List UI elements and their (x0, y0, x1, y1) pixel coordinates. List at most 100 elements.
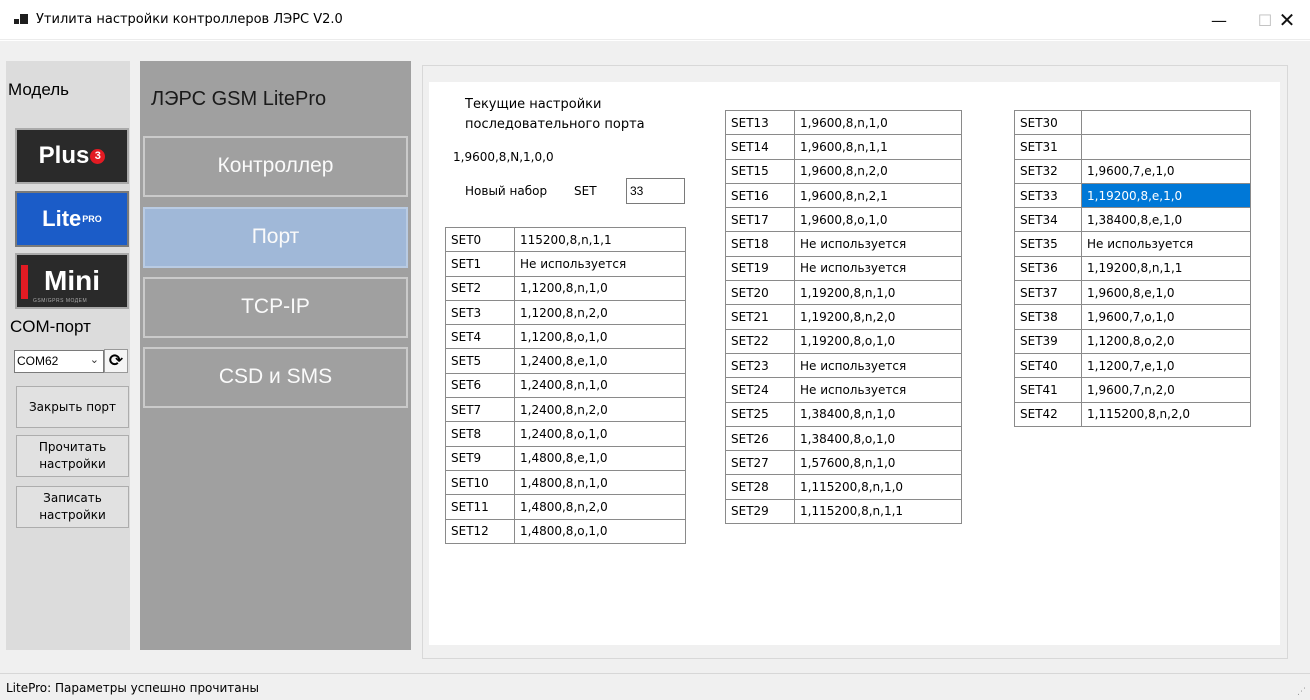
set-row[interactable]: SET41 1,9600,7,n,2,0 (1014, 377, 1251, 403)
set-row[interactable]: SET29 1,115200,8,n,1,1 (725, 498, 962, 525)
set-row[interactable]: SET32 1,9600,7,e,1,0 (1014, 158, 1251, 184)
set-row[interactable]: SET18 Не используется (725, 231, 962, 257)
set-row[interactable]: SET31 (1014, 134, 1251, 160)
set-value-cell[interactable]: 1,2400,8,e,1,0 (514, 348, 686, 374)
set-row[interactable]: SET10 1,4800,8,n,1,0 (445, 469, 686, 496)
set-row[interactable]: SET42 1,115200,8,n,2,0 (1014, 401, 1251, 427)
set-value-cell[interactable]: Не используется (794, 377, 962, 403)
set-row[interactable]: SET24 Не используется (725, 377, 962, 403)
set-value-cell[interactable]: 1,19200,8,n,1,1 (1081, 255, 1251, 282)
set-value-cell[interactable]: 1,9600,8,n,1,0 (794, 109, 962, 136)
set-value-cell[interactable]: 1,9600,7,e,1,0 (1081, 158, 1251, 184)
set-row[interactable]: SET8 1,2400,8,o,1,0 (445, 421, 686, 447)
set-value-cell[interactable]: 1,1200,8,n,1,0 (514, 275, 686, 301)
set-row[interactable]: SET3 1,1200,8,n,2,0 (445, 299, 686, 326)
set-value-cell[interactable]: 1,9600,8,o,1,0 (794, 207, 962, 233)
set-row[interactable]: SET37 1,9600,8,e,1,0 (1014, 280, 1251, 306)
minimize-button[interactable]: — (1196, 0, 1242, 40)
set-row[interactable]: SET28 1,115200,8,n,1,0 (725, 474, 962, 500)
com-port-select[interactable]: COM62 ⌄ (14, 350, 104, 373)
model-mini-button[interactable]: Mini GSM/GPRS МОДЕМ (15, 253, 129, 309)
model-plus-button[interactable]: Plus 3 (15, 128, 129, 184)
tab-controller[interactable]: Контроллер (143, 136, 408, 197)
set-row[interactable]: SET38 1,9600,7,o,1,0 (1014, 304, 1251, 330)
set-row[interactable]: SET4 1,1200,8,o,1,0 (445, 324, 686, 350)
set-row[interactable]: SET34 1,38400,8,e,1,0 (1014, 207, 1251, 233)
set-value-cell[interactable]: 1,9600,8,n,2,0 (794, 158, 962, 184)
set-value-cell[interactable]: 1,1200,8,n,2,0 (514, 299, 686, 326)
set-value-cell[interactable]: 1,2400,8,o,1,0 (514, 421, 686, 447)
set-row[interactable]: SET19 Не используется (725, 255, 962, 282)
set-value-cell[interactable]: 1,9600,8,n,1,1 (794, 134, 962, 160)
set-value-cell[interactable]: 1,4800,8,n,2,0 (514, 494, 686, 520)
set-row[interactable]: SET6 1,2400,8,n,1,0 (445, 372, 686, 399)
refresh-icon[interactable]: ⟳ (104, 349, 128, 373)
set-row[interactable]: SET13 1,9600,8,n,1,0 (725, 109, 962, 136)
set-row[interactable]: SET26 1,38400,8,o,1,0 (725, 425, 962, 452)
set-row[interactable]: SET15 1,9600,8,n,2,0 (725, 158, 962, 184)
set-value-cell[interactable] (1081, 134, 1251, 160)
set-row[interactable]: SET11 1,4800,8,n,2,0 (445, 494, 686, 520)
set-value-cell[interactable]: 1,4800,8,e,1,0 (514, 445, 686, 471)
set-value-cell[interactable]: 1,19200,8,e,1,0 (1081, 182, 1251, 209)
set-value-cell[interactable]: 1,2400,8,n,1,0 (514, 372, 686, 399)
set-value-cell[interactable]: 1,1200,8,o,1,0 (514, 324, 686, 350)
set-value-cell[interactable]: 1,19200,8,n,1,0 (794, 280, 962, 306)
set-value-cell[interactable]: 1,9600,8,e,1,0 (1081, 280, 1251, 306)
tab-port[interactable]: Порт (143, 207, 408, 268)
set-row[interactable]: SET1 Не используется (445, 251, 686, 277)
set-value-cell[interactable]: 1,9600,8,n,2,1 (794, 182, 962, 209)
set-row[interactable]: SET5 1,2400,8,e,1,0 (445, 348, 686, 374)
set-value-cell[interactable]: 1,4800,8,o,1,0 (514, 518, 686, 544)
set-row[interactable]: SET23 Не используется (725, 352, 962, 379)
set-row[interactable]: SET7 1,2400,8,n,2,0 (445, 397, 686, 423)
write-settings-button[interactable]: Записать настройки (16, 486, 129, 528)
set-value-cell[interactable]: 1,9600,7,n,2,0 (1081, 377, 1251, 403)
set-row[interactable]: SET30 (1014, 109, 1251, 136)
set-value-cell[interactable]: 1,38400,8,o,1,0 (794, 425, 962, 452)
set-value-cell[interactable]: 1,19200,8,o,1,0 (794, 328, 962, 354)
set-value-cell[interactable]: 115200,8,n,1,1 (514, 226, 686, 253)
set-number-input[interactable] (626, 178, 685, 204)
model-lite-button[interactable]: Lite PRO (15, 191, 129, 247)
set-row[interactable]: SET25 1,38400,8,n,1,0 (725, 401, 962, 427)
tab-tcp-ip[interactable]: TCP-IP (143, 277, 408, 338)
set-row[interactable]: SET22 1,19200,8,o,1,0 (725, 328, 962, 354)
set-value-cell[interactable]: 1,115200,8,n,2,0 (1081, 401, 1251, 427)
set-row[interactable]: SET36 1,19200,8,n,1,1 (1014, 255, 1251, 282)
set-value-cell[interactable]: 1,38400,8,n,1,0 (794, 401, 962, 427)
set-row[interactable]: SET39 1,1200,8,o,2,0 (1014, 328, 1251, 354)
set-value-cell[interactable]: 1,2400,8,n,2,0 (514, 397, 686, 423)
set-value-cell[interactable]: 1,1200,7,e,1,0 (1081, 352, 1251, 379)
set-row[interactable]: SET21 1,19200,8,n,2,0 (725, 304, 962, 330)
set-value-cell[interactable]: 1,4800,8,n,1,0 (514, 469, 686, 496)
close-window-button[interactable]: ✕ (1264, 0, 1310, 40)
set-row[interactable]: SET20 1,19200,8,n,1,0 (725, 280, 962, 306)
set-row[interactable]: SET12 1,4800,8,o,1,0 (445, 518, 686, 544)
set-value-cell[interactable]: Не используется (794, 352, 962, 379)
set-row[interactable]: SET17 1,9600,8,o,1,0 (725, 207, 962, 233)
set-row[interactable]: SET14 1,9600,8,n,1,1 (725, 134, 962, 160)
set-value-cell[interactable]: Не используется (514, 251, 686, 277)
set-row[interactable]: SET35 Не используется (1014, 231, 1251, 257)
set-row[interactable]: SET9 1,4800,8,e,1,0 (445, 445, 686, 471)
set-value-cell[interactable]: 1,1200,8,o,2,0 (1081, 328, 1251, 354)
set-row[interactable]: SET2 1,1200,8,n,1,0 (445, 275, 686, 301)
set-row[interactable]: SET33 1,19200,8,e,1,0 (1014, 182, 1251, 209)
set-row[interactable]: SET27 1,57600,8,n,1,0 (725, 450, 962, 476)
set-value-cell[interactable]: 1,9600,7,o,1,0 (1081, 304, 1251, 330)
set-value-cell[interactable]: 1,115200,8,n,1,1 (794, 498, 962, 525)
set-value-cell[interactable]: Не используется (1081, 231, 1251, 257)
read-settings-button[interactable]: Прочитать настройки (16, 435, 129, 477)
set-value-cell[interactable]: Не используется (794, 231, 962, 257)
set-value-cell[interactable]: 1,115200,8,n,1,0 (794, 474, 962, 500)
set-row[interactable]: SET16 1,9600,8,n,2,1 (725, 182, 962, 209)
close-port-button[interactable]: Закрыть порт (16, 386, 129, 428)
resize-grip-icon[interactable]: ⋰ (1297, 687, 1306, 697)
tab-csd-sms[interactable]: CSD и SMS (143, 347, 408, 408)
set-value-cell[interactable]: 1,19200,8,n,2,0 (794, 304, 962, 330)
set-row[interactable]: SET40 1,1200,7,e,1,0 (1014, 352, 1251, 379)
set-value-cell[interactable]: 1,38400,8,e,1,0 (1081, 207, 1251, 233)
set-value-cell[interactable]: 1,57600,8,n,1,0 (794, 450, 962, 476)
set-value-cell[interactable] (1081, 109, 1251, 136)
